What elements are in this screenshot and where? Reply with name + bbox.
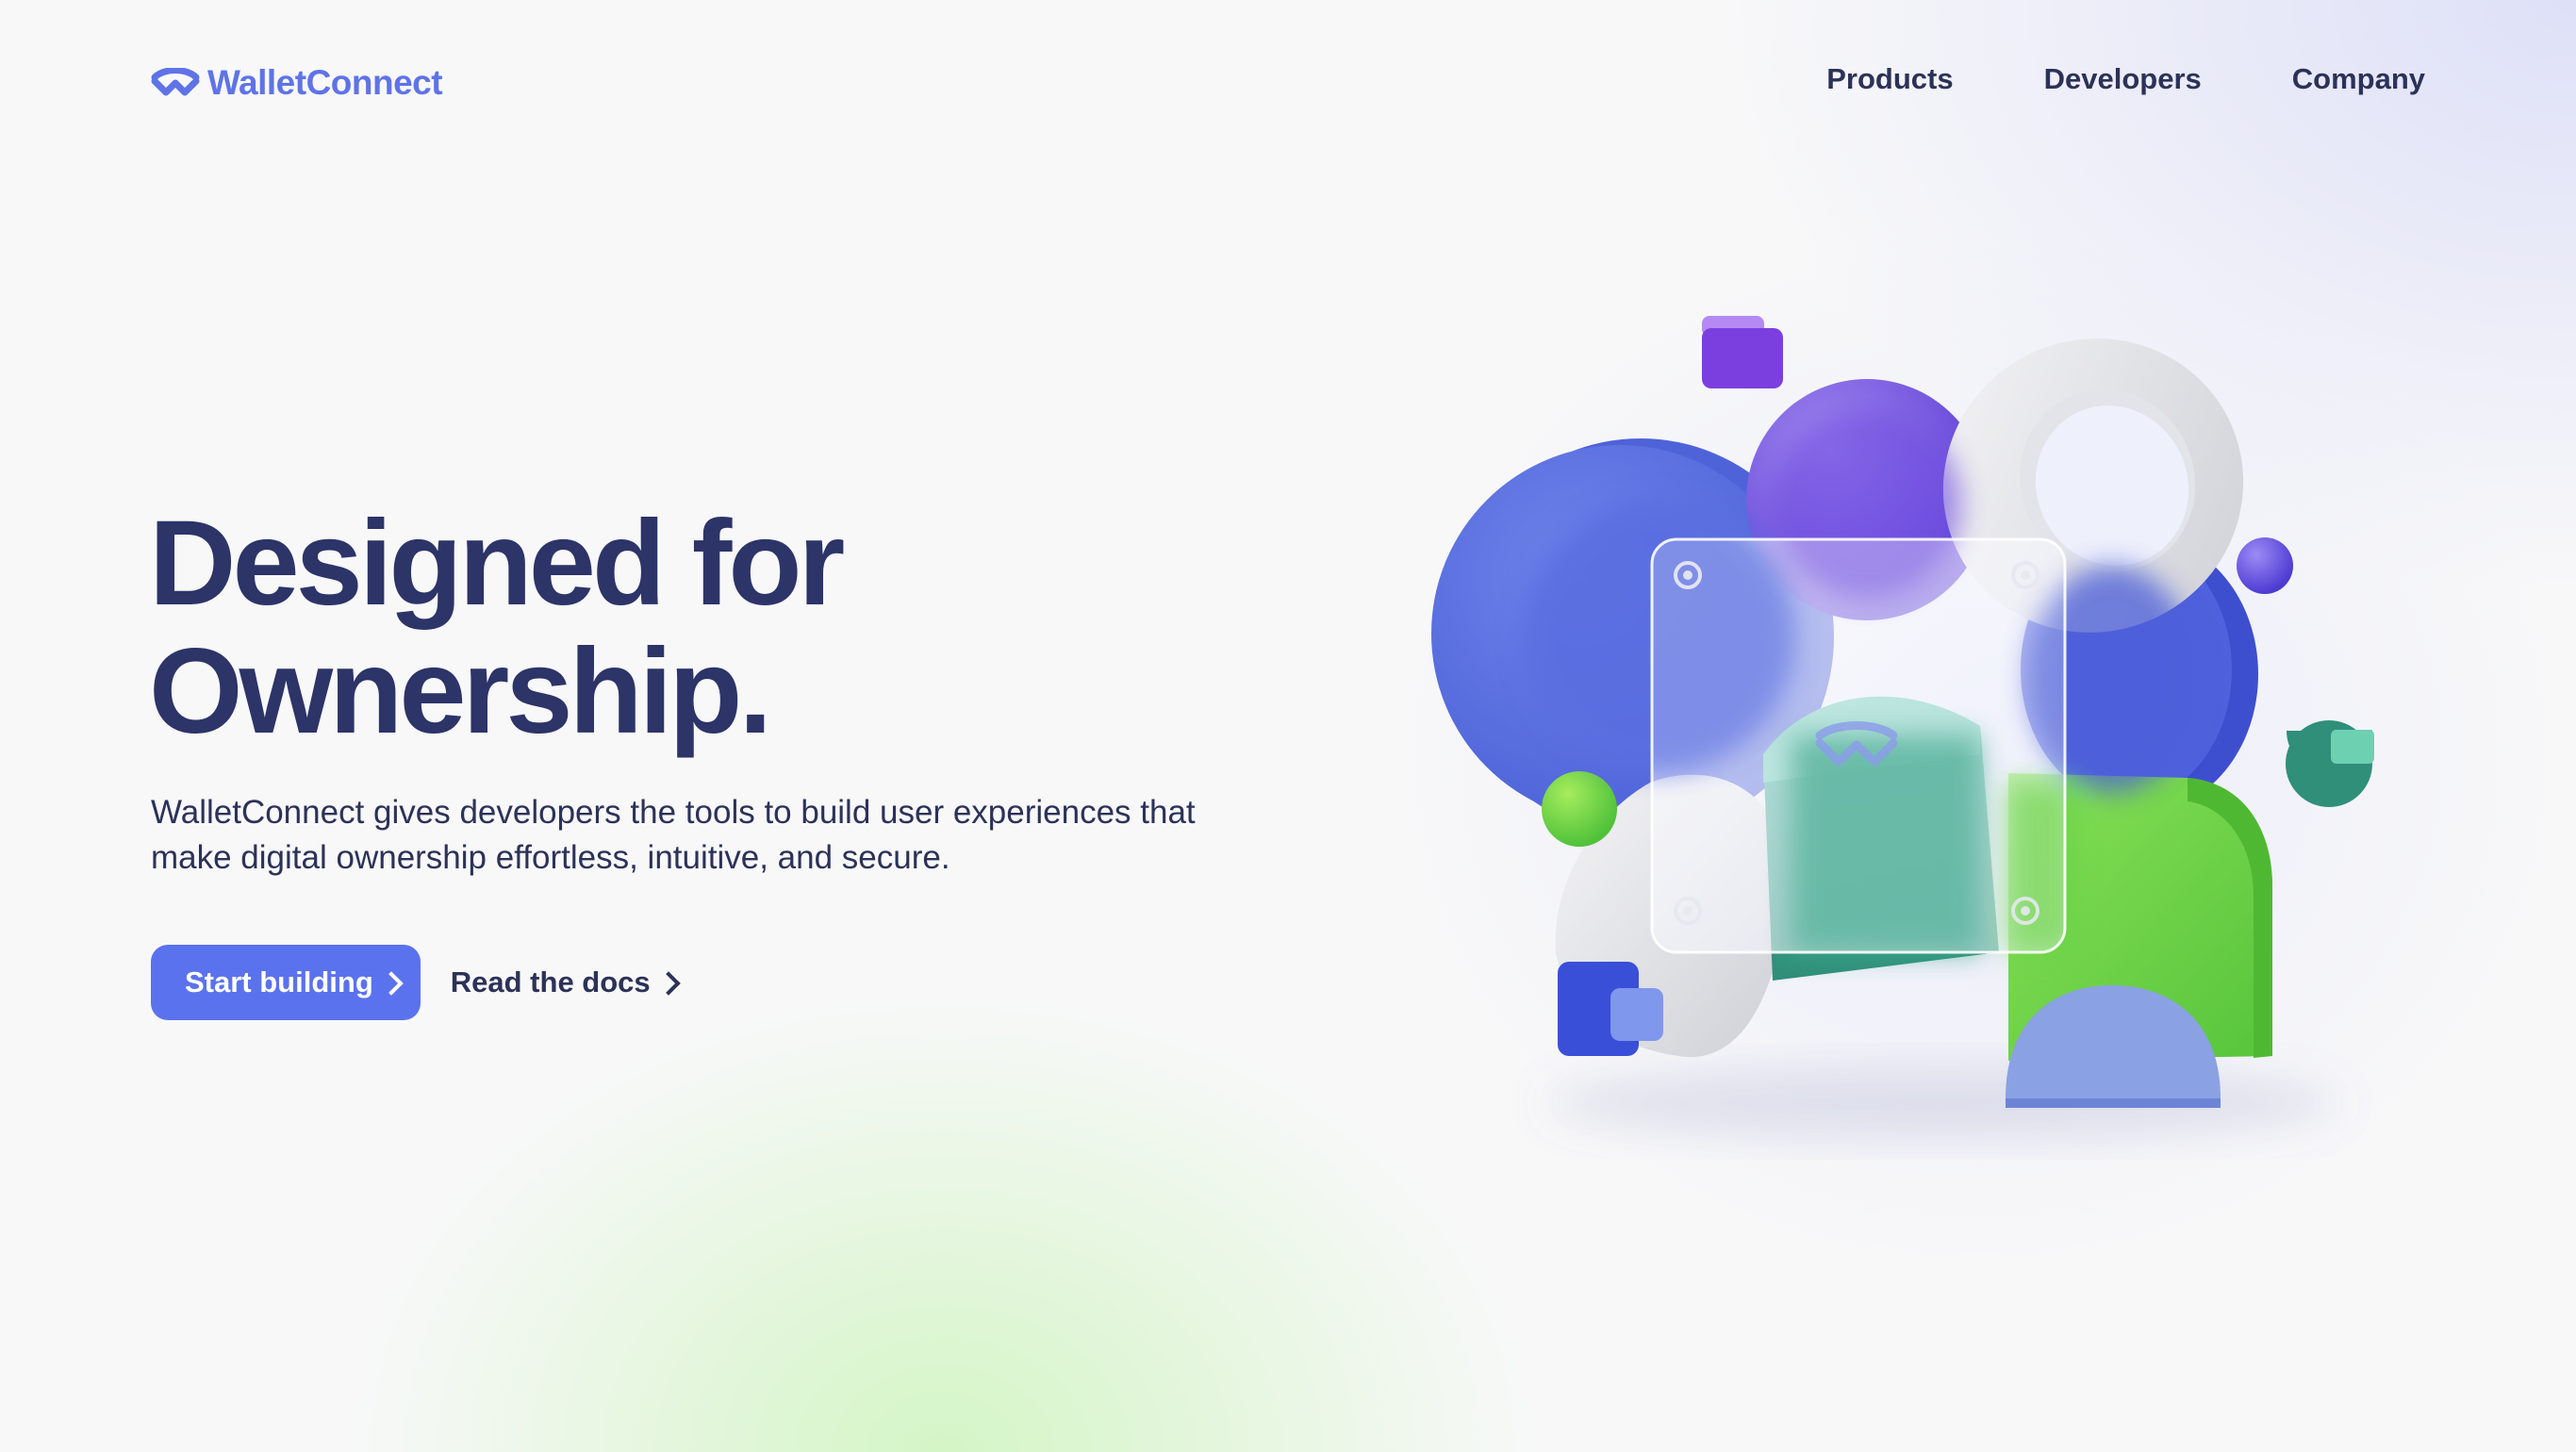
start-building-button[interactable]: Start building: [151, 945, 421, 1020]
nav-item-company[interactable]: Company: [2292, 62, 2425, 96]
main-nav: Products Developers Company: [1826, 62, 2425, 96]
walletconnect-logo-icon: [151, 68, 200, 98]
hero-illustration: [1414, 292, 2414, 1160]
hero-subtext: WalletConnect gives developers the tools…: [151, 794, 1196, 876]
start-building-label: Start building: [185, 965, 373, 998]
hero-cta-row: Start building Read the docs: [151, 945, 681, 1020]
chevron-right-icon: [655, 971, 681, 996]
abstract-3d-shapes-image: [1431, 316, 2374, 1141]
hero-headline-line1: Designed for: [149, 496, 845, 631]
nav-item-developers[interactable]: Developers: [2044, 62, 2202, 96]
nav-item-products[interactable]: Products: [1826, 62, 1953, 96]
brand-logo[interactable]: WalletConnect: [151, 58, 443, 107]
brand-name: WalletConnect: [207, 63, 443, 102]
hero-headline-line2: Ownership.: [149, 624, 772, 759]
hero-headline: Designed for Ownership.: [149, 500, 845, 759]
read-docs-label: Read the docs: [450, 965, 651, 998]
read-docs-link[interactable]: Read the docs: [450, 965, 681, 999]
chevron-right-icon: [379, 971, 404, 996]
